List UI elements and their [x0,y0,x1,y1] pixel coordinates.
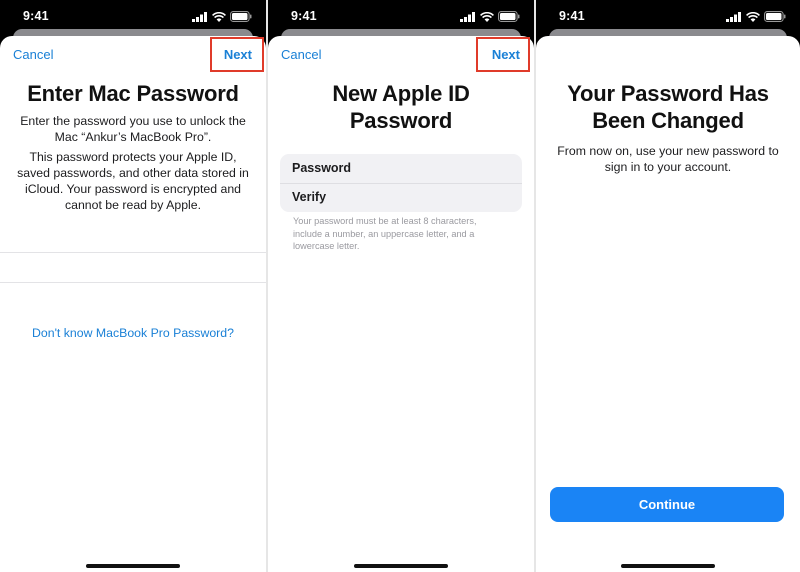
text-line: From now on, use your new password to [557,144,779,158]
wifi-icon [212,11,226,22]
password-requirements: Your password must be at least 8 charact… [293,215,504,253]
password-field-group: Password Verify [280,154,522,212]
signal-icon [726,11,741,22]
info-line: iCloud. Your password is encrypted and [24,182,241,196]
page-title: Your Password Has Been Changed [536,80,800,134]
hint-line: lowercase letter. [293,241,360,251]
cancel-button[interactable]: Cancel [13,47,53,62]
wifi-icon [746,11,760,22]
instruction-line: Mac “Ankur’s MacBook Pro”. [54,130,212,144]
cancel-button[interactable]: Cancel [281,47,321,62]
status-icons [726,11,786,22]
battery-icon [764,11,786,22]
status-icons [460,11,520,22]
verify-field[interactable]: Verify [292,183,510,212]
password-field[interactable]: Password [292,154,510,183]
title-line: Been Changed [592,108,744,133]
home-indicator [354,564,448,568]
confirmation-text: From now on, use your new password to si… [548,143,788,175]
modal-sheet: Cancel Next Enter Mac Password Enter the… [0,36,266,572]
home-indicator [621,564,715,568]
page-title: Enter Mac Password [27,81,239,106]
next-highlight-box [476,37,530,72]
page-title: New Apple ID Password [268,80,534,134]
unlock-instructions: Enter the password you use to unlock the… [16,113,250,145]
password-info: This password protects your Apple ID, sa… [16,149,250,213]
status-bar: 9:41 [268,0,534,32]
signal-icon [460,11,475,22]
forgot-mac-password-link[interactable]: Don't know MacBook Pro Password? [0,326,266,340]
wifi-icon [480,11,494,22]
status-time: 9:41 [559,9,585,23]
title-line: New Apple ID [332,81,470,106]
modal-sheet: Cancel Next New Apple ID Password Passwo… [268,36,534,572]
phone-screen-password-changed: 9:41 Your Password Has Been Changed From… [536,0,800,572]
battery-icon [498,11,520,22]
status-time: 9:41 [291,9,317,23]
hint-line: include a number, an uppercase letter, a… [293,228,475,239]
phone-screen-enter-mac-password: 9:41 Cancel Next Enter Mac Password Ente… [0,0,266,572]
title-line: Password [349,108,453,133]
status-bar: 9:41 [536,0,800,32]
signal-icon [192,11,207,22]
status-icons [192,11,252,22]
mac-password-input[interactable] [0,253,266,281]
modal-sheet: Your Password Has Been Changed From now … [536,36,800,572]
continue-button[interactable]: Continue [550,487,784,522]
info-line: cannot be read by Apple. [64,198,202,212]
info-line: This password protects your Apple ID, [29,150,237,164]
separator [0,282,266,283]
instruction-line: Enter the password you use to unlock the [20,114,246,128]
text-line: sign in to your account. [604,160,732,174]
phone-screen-new-apple-id-password: 9:41 Cancel Next New Apple ID Password P… [268,0,534,572]
title-line: Your Password Has [567,81,769,106]
next-highlight-box [210,37,264,72]
status-bar: 9:41 [0,0,266,32]
home-indicator [86,564,180,568]
hint-line: Your password must be at least 8 charact… [293,216,477,226]
info-line: saved passwords, and other data stored i… [17,166,249,180]
status-time: 9:41 [23,9,49,23]
battery-icon [230,11,252,22]
